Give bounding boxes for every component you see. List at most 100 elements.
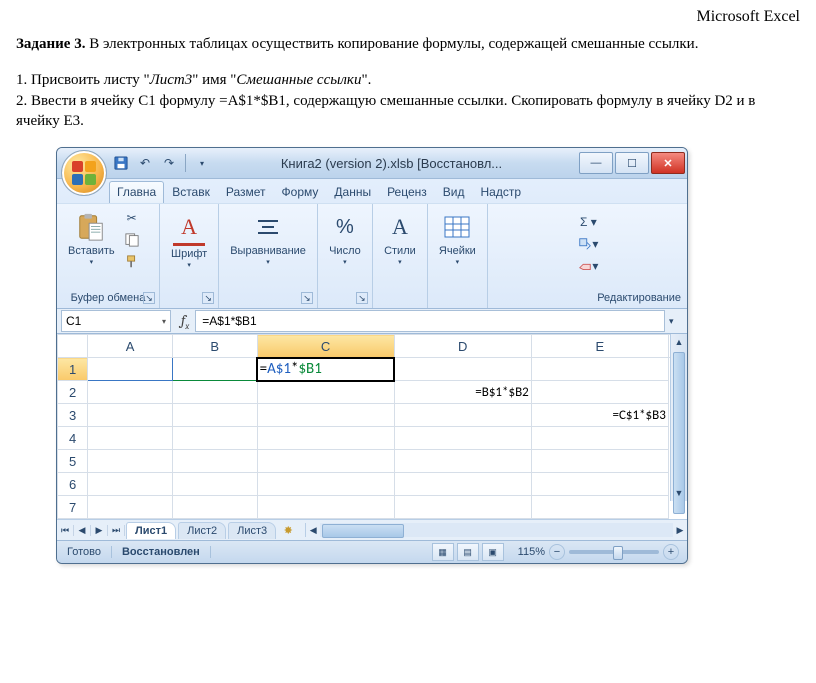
sheet-tab[interactable]: Лист1 (126, 522, 176, 539)
cell[interactable] (531, 381, 668, 404)
sheet-tab[interactable]: Лист2 (178, 522, 226, 539)
cell[interactable] (257, 404, 394, 427)
redo-icon[interactable]: ↷ (159, 153, 179, 173)
quick-access-toolbar: ↶ ↷ ▾ (111, 153, 212, 173)
tab-review[interactable]: Реценз (379, 181, 435, 203)
cell[interactable] (172, 381, 257, 404)
col-header[interactable]: B (172, 335, 257, 358)
chevron-down-icon[interactable]: ▾ (162, 317, 166, 326)
group-styles: A Стили ▾ (373, 204, 428, 308)
window-title: Книга2 (version 2).xlsb [Восстановл... (212, 156, 579, 171)
view-pagebreak-icon[interactable]: ▣ (482, 543, 504, 561)
cell-c1[interactable]: =A$1*$B1 (257, 358, 394, 381)
col-header[interactable]: C (257, 335, 394, 358)
cells-icon (441, 211, 473, 243)
launcher-icon[interactable]: ↘ (202, 292, 214, 304)
tab-insert[interactable]: Вставк (164, 181, 218, 203)
select-all-button[interactable] (58, 335, 88, 358)
sheet-nav-last-icon[interactable]: ⏭ (108, 525, 125, 536)
row-header[interactable]: 2 (58, 381, 88, 404)
task-text: В электронных таблицах осуществить копир… (85, 36, 698, 52)
alignment-icon (252, 211, 284, 243)
save-icon[interactable] (111, 153, 131, 173)
col-header[interactable]: A (88, 335, 173, 358)
group-clipboard: Вставить ▾ ✂ Буфер обмена↘ (57, 204, 160, 308)
zoom-slider[interactable] (569, 550, 659, 554)
row-header[interactable]: 4 (58, 427, 88, 450)
styles-icon: A (384, 211, 416, 243)
cell[interactable] (172, 404, 257, 427)
cell[interactable] (88, 381, 173, 404)
cell[interactable] (172, 358, 257, 381)
task-label: Задание 3. (16, 36, 85, 52)
scroll-thumb[interactable] (322, 524, 404, 538)
task-paragraph: Задание 3. В электронных таблицах осущес… (16, 34, 800, 54)
format-painter-icon[interactable] (122, 252, 142, 272)
col-header[interactable]: D (394, 335, 531, 358)
office-button[interactable] (61, 150, 107, 196)
cell[interactable] (394, 404, 531, 427)
row-header[interactable]: 3 (58, 404, 88, 427)
sheet-tab[interactable]: Лист3 (228, 522, 276, 539)
formula-input[interactable]: =A$1*$B1 (195, 310, 665, 332)
scroll-up-icon[interactable]: ▲ (671, 334, 687, 350)
row-header[interactable]: 6 (58, 473, 88, 496)
zoom-level[interactable]: 115% (518, 546, 545, 558)
cell[interactable] (88, 404, 173, 427)
app-name-header: Microsoft Excel (16, 8, 800, 26)
tab-formulas[interactable]: Форму (274, 181, 327, 203)
cell[interactable] (257, 381, 394, 404)
task-steps: 1. Присвоить листу "Лист3" имя "Смешанны… (16, 70, 800, 131)
status-recovered: Восстановлен (112, 546, 211, 558)
autosum-icon[interactable]: Σ ▾ (496, 212, 681, 232)
zoom-out-icon[interactable]: − (549, 544, 565, 560)
formula-bar: C1 ▾ fx =A$1*$B1 ▾ (57, 309, 687, 334)
view-normal-icon[interactable]: ▦ (432, 543, 454, 561)
fill-icon[interactable]: ▾ (496, 234, 681, 254)
close-button[interactable]: ✕ (651, 152, 685, 174)
sheet-nav-first-icon[interactable]: ⏮ (57, 525, 74, 536)
percent-icon: % (329, 211, 361, 243)
fx-icon[interactable]: fx (181, 311, 189, 332)
tab-home[interactable]: Главна (109, 181, 164, 203)
scroll-down-icon[interactable]: ▼ (671, 485, 687, 501)
horizontal-scrollbar[interactable]: ◀ ▶ (305, 523, 687, 537)
cell-e3[interactable]: =C$1*$B3 (531, 404, 668, 427)
minimize-button[interactable]: — (579, 152, 613, 174)
scroll-left-icon[interactable]: ◀ (306, 525, 320, 536)
name-box[interactable]: C1 ▾ (61, 310, 171, 332)
scroll-right-icon[interactable]: ▶ (673, 525, 687, 536)
tab-layout[interactable]: Размет (218, 181, 274, 203)
group-cells: Ячейки ▾ (428, 204, 488, 308)
view-pagelayout-icon[interactable]: ▤ (457, 543, 479, 561)
maximize-button[interactable]: ☐ (615, 152, 649, 174)
launcher-icon[interactable]: ↘ (356, 292, 368, 304)
launcher-icon[interactable]: ↘ (143, 292, 155, 304)
status-ready: Готово (57, 546, 112, 558)
row-header[interactable]: 1 (58, 358, 88, 381)
launcher-icon[interactable]: ↘ (301, 292, 313, 304)
cell-d2[interactable]: =B$1*$B2 (394, 381, 531, 404)
cut-icon[interactable]: ✂ (122, 208, 142, 228)
status-bar: Готово Восстановлен ▦ ▤ ▣ 115% − + (57, 540, 687, 563)
zoom-in-icon[interactable]: + (663, 544, 679, 560)
clear-icon[interactable]: ▾ (496, 256, 681, 276)
col-header[interactable]: E (531, 335, 668, 358)
tab-data[interactable]: Данны (326, 181, 379, 203)
cell[interactable] (531, 358, 668, 381)
sheet-nav-prev-icon[interactable]: ◀ (74, 525, 91, 536)
undo-icon[interactable]: ↶ (135, 153, 155, 173)
new-sheet-icon[interactable]: ✸ (277, 524, 299, 537)
qat-customize-icon[interactable]: ▾ (192, 153, 212, 173)
cell[interactable] (394, 358, 531, 381)
tab-addins[interactable]: Надстр (473, 181, 530, 203)
sheet-nav-next-icon[interactable]: ▶ (91, 525, 108, 536)
row-header[interactable]: 7 (58, 496, 88, 519)
row-header[interactable]: 5 (58, 450, 88, 473)
copy-icon[interactable] (122, 230, 142, 250)
expand-formula-icon[interactable]: ▾ (669, 316, 683, 327)
cell[interactable] (88, 358, 173, 381)
vertical-scrollbar[interactable]: ▲ ▼ (670, 334, 687, 501)
font-icon: A (173, 211, 205, 246)
tab-view[interactable]: Вид (435, 181, 473, 203)
